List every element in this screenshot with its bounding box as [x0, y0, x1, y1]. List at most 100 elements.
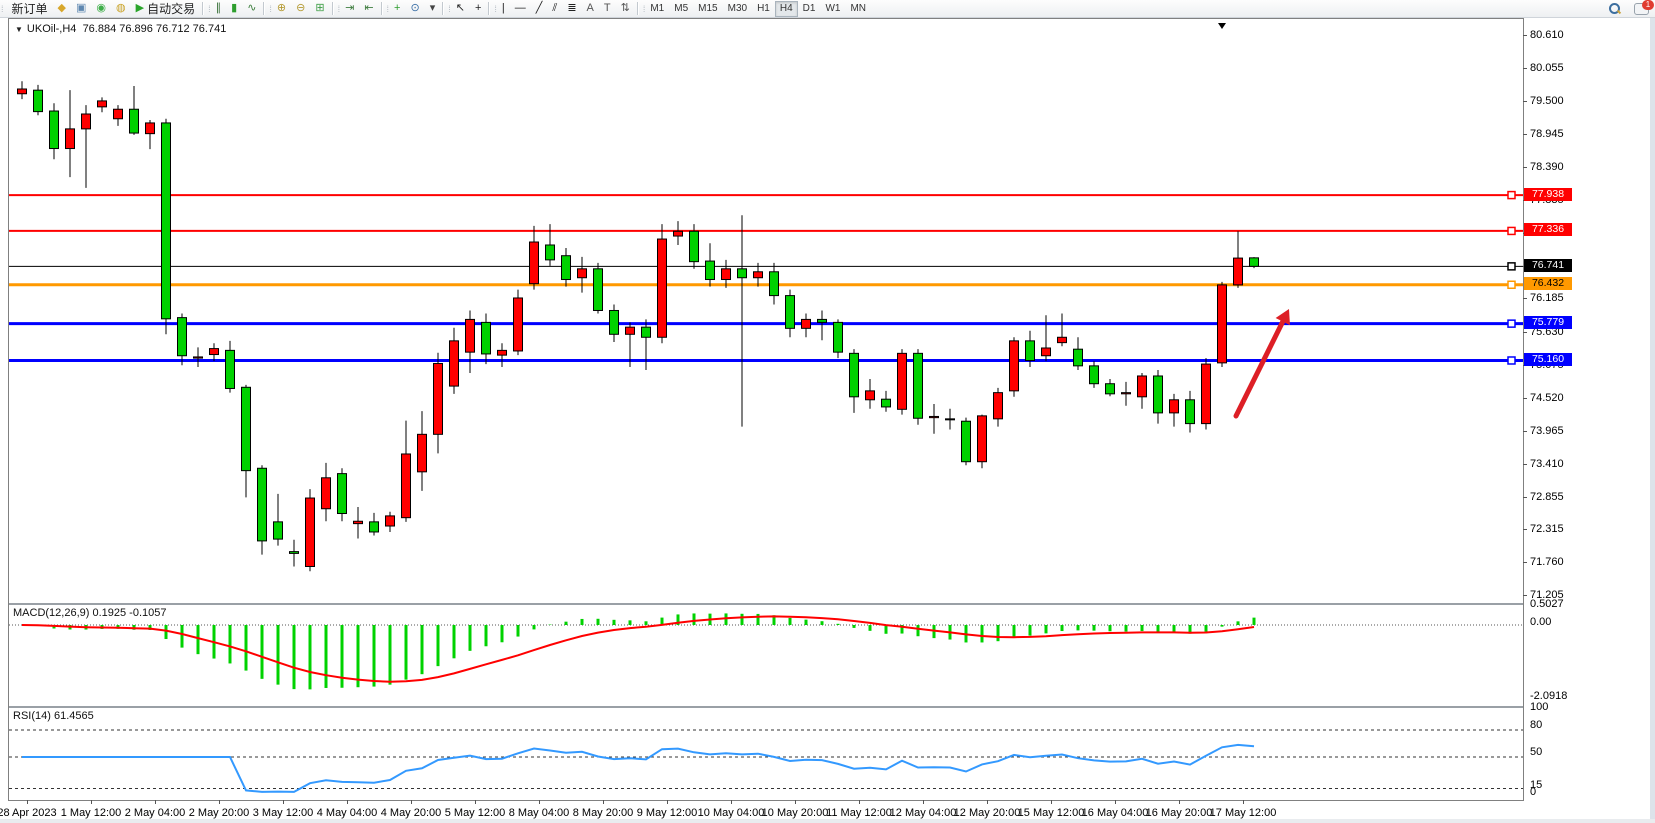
price-chart-panel[interactable]: ▼UKOil-,H4 76.884 76.896 76.712 76.741 — [9, 19, 1523, 605]
candle-body — [1218, 285, 1227, 363]
auto-scroll-icon[interactable]: ⇥ — [340, 0, 359, 17]
zoom-in-icon[interactable]: ⊕ — [272, 0, 291, 17]
chart-history-icon[interactable]: ◆ — [53, 0, 71, 17]
notifications-chat-icon[interactable]: 1 — [1634, 3, 1649, 15]
fibonacci-tool-icon[interactable]: ≣ — [562, 0, 581, 17]
timeframe-m30-button[interactable]: M30 — [723, 1, 752, 17]
timeframe-m15-button[interactable]: M15 — [693, 1, 722, 17]
auto-trading-button-icon: ▶ — [136, 1, 144, 16]
new-order-button[interactable]: 新订单 — [4, 0, 53, 17]
toolbar-separator — [488, 2, 490, 15]
macd-axis-label: 0.5027 — [1530, 598, 1564, 610]
add-indicator-icon[interactable]: + — [389, 0, 405, 17]
candle-body — [786, 296, 795, 329]
candlestick-mode-icon[interactable]: ▮ — [226, 0, 242, 17]
arrows-tool-icon[interactable]: ⇅ — [616, 0, 635, 17]
macd-axis-label: 0.00 — [1530, 616, 1551, 628]
candle-body — [562, 256, 571, 280]
hline-handle-icon[interactable] — [1508, 357, 1515, 364]
candle-body — [1010, 341, 1019, 391]
label-tool-icon[interactable]: T — [599, 0, 616, 17]
time-tick-mark — [923, 800, 924, 804]
timeframe-h4-button-label: H4 — [780, 3, 793, 14]
bar-chart-mode-icon[interactable]: ∥ — [211, 0, 227, 17]
chart-shift-icon[interactable]: ⇤ — [359, 0, 378, 17]
price-tick-label: 72.315 — [1530, 523, 1564, 535]
time-axis[interactable]: 28 Apr 20231 May 12:002 May 04:002 May 2… — [8, 800, 1593, 823]
timeframe-m5-button[interactable]: M5 — [669, 1, 693, 17]
candle-body — [146, 123, 155, 134]
line-chart-mode-icon[interactable]: ∿ — [242, 0, 261, 17]
price-axis[interactable]: 80.61080.05579.50078.94578.39077.83577.2… — [1523, 18, 1593, 799]
hline-handle-icon[interactable] — [1508, 320, 1515, 327]
price-tag-76.741: 76.741 — [1524, 259, 1572, 272]
timeframe-m1-button[interactable]: M1 — [645, 1, 669, 17]
chevron-down-icon: ▼ — [15, 25, 23, 34]
macd-signal-line — [22, 616, 1254, 681]
price-tick-mark — [1523, 101, 1527, 102]
hline-handle-icon[interactable] — [1508, 192, 1515, 199]
price-tick-mark — [1523, 167, 1527, 168]
signals-icon[interactable]: ◉ — [91, 0, 111, 17]
timeframe-mn-button[interactable]: MN — [845, 1, 871, 17]
candle-body — [482, 322, 491, 354]
horizontal-line-tool-icon[interactable]: — — [510, 0, 531, 17]
candle-body — [386, 516, 395, 526]
timeframe-w1-button[interactable]: W1 — [820, 1, 845, 17]
trendline-tool-icon[interactable]: ╱ — [531, 0, 548, 17]
channel-tool-icon[interactable]: ⫽ — [547, 0, 562, 17]
price-tick-mark — [1523, 464, 1527, 465]
time-tick-mark — [731, 800, 732, 804]
hline-handle-icon[interactable] — [1508, 263, 1515, 270]
time-tick-label: 17 May 12:00 — [1210, 807, 1277, 819]
time-tick-label: 2 May 04:00 — [125, 807, 186, 819]
text-tool-icon[interactable]: A — [582, 0, 599, 17]
price-tick-mark — [1523, 595, 1527, 596]
time-tick-mark — [1243, 800, 1244, 804]
hline-handle-icon[interactable] — [1508, 227, 1515, 234]
crosshair-tool-icon[interactable]: + — [470, 0, 486, 17]
period-selector-icon[interactable]: ⊙ — [405, 0, 424, 17]
candle-body — [722, 269, 731, 280]
candle-body — [210, 349, 219, 355]
price-tick-label: 79.500 — [1530, 95, 1564, 107]
cursor-tool-icon[interactable]: ↖ — [451, 0, 470, 17]
market-cup-icon[interactable]: ◍ — [111, 0, 131, 17]
timeframe-h1-button[interactable]: H1 — [752, 1, 775, 17]
timeframe-d1-button[interactable]: D1 — [798, 1, 821, 17]
macd-panel[interactable]: MACD(12,26,9) 0.1925 -0.1057 — [9, 605, 1523, 708]
candle-body — [514, 298, 523, 351]
zoom-out-icon[interactable]: ⊖ — [291, 0, 310, 17]
rsi-chart[interactable] — [9, 708, 1523, 802]
time-tick-label: 10 May 20:00 — [762, 807, 829, 819]
candle-body — [1026, 341, 1035, 361]
candle-body — [1058, 337, 1067, 342]
terminal-icon[interactable]: ▣ — [71, 0, 91, 17]
main-toolbar: ⁞新订单◆▣◉◍▶自动交易⁞∥▮∿⁞⊕⊖⊞⁞⇥⇤⁞+⊙▾⁞↖+⁞|—╱⫽≣AT⇅… — [0, 0, 1655, 18]
candle-body — [1202, 364, 1211, 424]
time-tick-label: 8 May 04:00 — [509, 807, 570, 819]
tile-windows-icon[interactable]: ⊞ — [310, 0, 329, 17]
candle-body — [338, 474, 347, 514]
hline-handle-icon[interactable] — [1508, 281, 1515, 288]
vertical-line-tool-icon[interactable]: | — [497, 0, 510, 17]
candle-body — [1170, 400, 1179, 413]
candle-body — [914, 353, 923, 418]
candle-body — [738, 269, 747, 278]
price-tag-77.938: 77.938 — [1524, 188, 1572, 201]
chart-window: ▼UKOil-,H4 76.884 76.896 76.712 76.741 M… — [8, 18, 1524, 801]
new-order-button-label: 新订单 — [12, 0, 48, 17]
candle-body — [866, 391, 875, 400]
candle-body — [1042, 348, 1051, 356]
rsi-panel[interactable]: RSI(14) 61.4565 — [9, 708, 1523, 802]
search-icon[interactable] — [1609, 3, 1620, 14]
candle-body — [658, 239, 667, 337]
timeframe-h4-button[interactable]: H4 — [775, 1, 798, 17]
candlestick-chart[interactable] — [9, 19, 1523, 603]
candle-body — [50, 111, 59, 149]
templates-icon[interactable]: ▾ — [425, 0, 441, 17]
auto-trading-button[interactable]: ▶自动交易 — [131, 0, 200, 17]
macd-chart[interactable] — [9, 605, 1523, 704]
candle-body — [818, 319, 827, 322]
time-tick-label: 12 May 20:00 — [954, 807, 1021, 819]
